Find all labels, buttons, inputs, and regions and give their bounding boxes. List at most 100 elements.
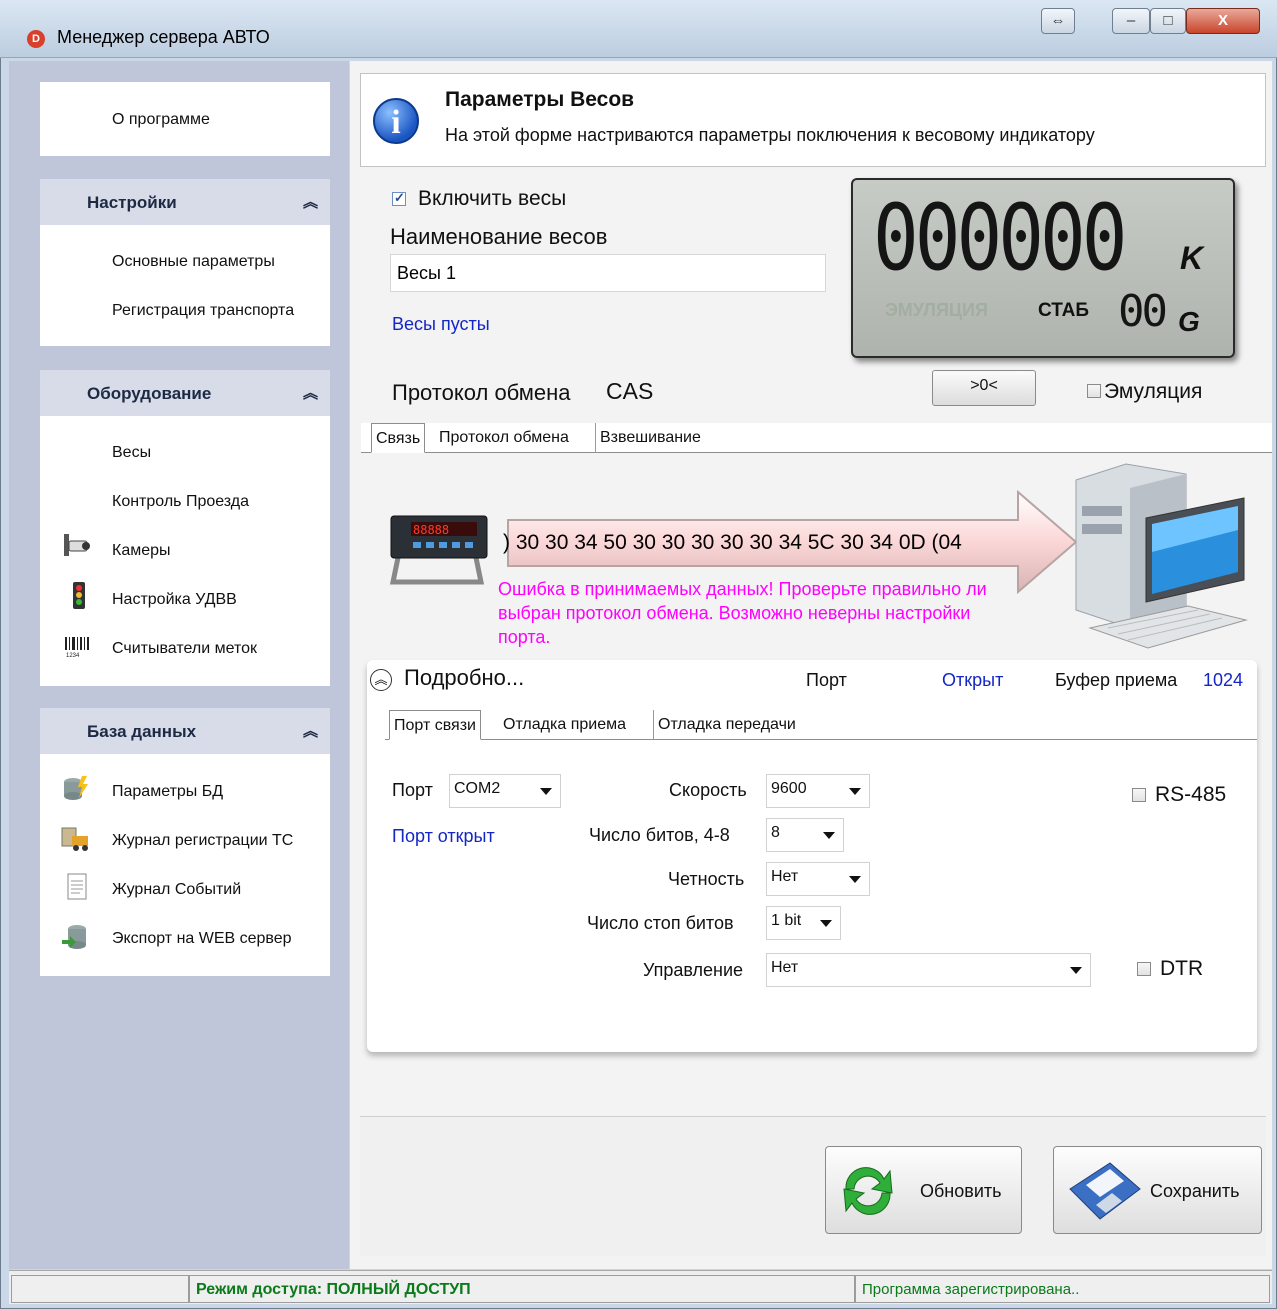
emulation-checkbox[interactable] xyxy=(1087,384,1101,398)
flow-control-select[interactable]: Нет xyxy=(766,953,1091,987)
status-bar: Режим доступа: ПОЛНЫЙ ДОСТУП Программа з… xyxy=(9,1270,1272,1304)
port-status-value: Открыт xyxy=(942,670,1004,690)
port-select[interactable]: COM2 xyxy=(449,774,561,808)
section-title: Оборудование xyxy=(87,384,212,403)
protocol-label: Протокол обмена xyxy=(392,380,571,405)
speed-select[interactable]: 9600 xyxy=(766,774,870,808)
sidebar-item-main-params[interactable]: Основные параметры xyxy=(112,253,275,271)
section-title: База данных xyxy=(87,722,197,741)
sidebar-item-events-journal[interactable]: Журнал Событий xyxy=(112,881,241,899)
display-main-digits: 000000 xyxy=(873,184,1128,291)
protocol-value: CAS xyxy=(606,378,654,404)
minimize-button[interactable]: – xyxy=(1112,8,1150,34)
stop-bits-select-value: 1 bit xyxy=(771,912,802,929)
buffer-label: Буфер приема xyxy=(1055,670,1178,690)
sidebar-item-web-export[interactable]: Экспорт на WEB сервер xyxy=(112,930,292,948)
zero-button[interactable]: >0< xyxy=(932,370,1036,406)
close-button[interactable]: X xyxy=(1186,8,1260,34)
display-stable-indicator: СТАБ xyxy=(1038,300,1090,321)
flow-control-select-value: Нет xyxy=(771,959,799,976)
sidebar-item-db-params[interactable]: Параметры БД xyxy=(112,783,223,801)
document-icon xyxy=(67,873,87,900)
section-header-database[interactable]: База данных ︽ xyxy=(40,708,330,754)
tab-receive-debug[interactable]: Отладка приема xyxy=(499,710,630,740)
dropdown-arrow-icon xyxy=(540,788,552,795)
display-unit-k: K xyxy=(1180,240,1204,276)
floppy-disk-icon xyxy=(1069,1162,1141,1220)
display-emulation-indicator: ЭМУЛЯЦИЯ xyxy=(885,300,988,320)
sidebar-item-udvv-settings[interactable]: Настройка УДВВ xyxy=(112,591,237,609)
port-label: Порт xyxy=(392,780,433,800)
rs485-checkbox[interactable] xyxy=(1132,788,1146,802)
sidebar-item-transport-registration[interactable]: Регистрация транспорта xyxy=(112,302,294,320)
dropdown-arrow-icon xyxy=(1070,967,1082,974)
speed-select-value: 9600 xyxy=(771,780,807,797)
dtr-label: DTR xyxy=(1160,957,1204,980)
save-button[interactable]: Сохранить xyxy=(1053,1146,1262,1234)
parity-select[interactable]: Нет xyxy=(766,862,870,896)
data-bits-select[interactable]: 8 xyxy=(766,818,844,852)
sidebar-item-cameras[interactable]: Камеры xyxy=(112,542,171,560)
registration-status: Программа зарегистрирована.. xyxy=(855,1275,1270,1303)
sidebar-about-panel: О программе xyxy=(40,82,330,156)
parity-label: Четность xyxy=(668,869,745,889)
info-icon: i xyxy=(373,98,419,144)
section-header-equipment[interactable]: Оборудование ︽ xyxy=(40,370,330,416)
computer-icon xyxy=(1075,463,1248,649)
dropdown-arrow-icon xyxy=(849,788,861,795)
tab-connection[interactable]: Связь xyxy=(371,423,426,453)
sidebar-item-scales[interactable]: Весы xyxy=(112,444,151,462)
web-export-icon xyxy=(62,925,86,949)
dropdown-arrow-icon xyxy=(849,876,861,883)
parity-select-value: Нет xyxy=(771,868,799,885)
refresh-button[interactable]: Обновить xyxy=(825,1146,1022,1234)
restore-size-button[interactable]: ⇔ xyxy=(1041,8,1075,34)
refresh-label: Обновить xyxy=(920,1181,1002,1201)
dropdown-arrow-icon xyxy=(823,832,835,839)
enable-scale-label: Включить весы xyxy=(418,187,567,210)
sidebar-item-passage-control[interactable]: Контроль Проезда xyxy=(112,493,249,511)
tab-protocol[interactable]: Протокол обмена xyxy=(435,423,573,453)
sidebar: О программе Настройки ︽ Основные парамет… xyxy=(9,61,349,1269)
collapse-chevron-icon[interactable]: ︽ xyxy=(303,720,318,741)
port-open-status: Порт открыт xyxy=(392,826,495,846)
port-subtabs: Порт связи Отладка приема Отладка переда… xyxy=(385,710,1257,740)
database-panel: Параметры БД Журнал регистрации ТС Журна… xyxy=(40,754,330,976)
tab-weighing[interactable]: Взвешивание xyxy=(595,423,705,453)
collapse-chevron-icon[interactable]: ︽ xyxy=(303,382,318,403)
maximize-button[interactable]: □ xyxy=(1150,8,1186,34)
section-title: Настройки xyxy=(87,193,177,212)
tab-transmit-debug[interactable]: Отладка передачи xyxy=(653,710,800,740)
display-unit-g: G xyxy=(1178,306,1200,337)
settings-panel: Основные параметры Регистрация транспорт… xyxy=(40,225,330,346)
database-settings-icon xyxy=(64,776,88,800)
port-select-value: COM2 xyxy=(454,780,501,797)
tab-port-link[interactable]: Порт связи xyxy=(389,710,481,740)
dtr-checkbox[interactable] xyxy=(1137,962,1151,976)
sidebar-item-vehicle-journal[interactable]: Журнал регистрации ТС xyxy=(112,832,293,850)
stop-bits-select[interactable]: 1 bit xyxy=(766,906,841,940)
main-tabs: Связь Протокол обмена Взвешивание xyxy=(361,423,1272,453)
scale-status-text: Весы пусты xyxy=(392,314,490,334)
barcode-icon: 1234 xyxy=(65,637,89,659)
svg-text:1234: 1234 xyxy=(66,653,80,659)
refresh-icon xyxy=(843,1167,893,1215)
emulation-label: Эмуляция xyxy=(1104,380,1203,403)
scale-name-input[interactable] xyxy=(390,254,826,292)
title-bar[interactable]: D Менеджер сервера АВТО ⇔ – □ X xyxy=(0,0,1277,58)
details-toggle-label[interactable]: Подробно... xyxy=(404,665,524,691)
sidebar-item-about[interactable]: О программе xyxy=(112,111,210,129)
section-header-settings[interactable]: Настройки ︽ xyxy=(40,179,330,225)
enable-scale-checkbox[interactable] xyxy=(392,190,406,206)
port-status-label: Порт xyxy=(806,670,847,690)
rs485-label: RS-485 xyxy=(1155,783,1227,806)
collapse-chevron-icon[interactable]: ︽ xyxy=(303,191,318,212)
scale-name-label: Наименование весов xyxy=(390,224,608,249)
page-description: На этой форме настриваются параметры пок… xyxy=(445,125,1095,145)
traffic-light-icon xyxy=(73,582,85,609)
buffer-value: 1024 xyxy=(1203,670,1244,690)
sidebar-item-tag-readers[interactable]: Считыватели меток xyxy=(112,640,257,658)
camera-icon xyxy=(64,534,90,556)
collapse-details-icon[interactable]: ︽ xyxy=(370,669,392,691)
display-small-digits: 00 xyxy=(1118,286,1168,337)
